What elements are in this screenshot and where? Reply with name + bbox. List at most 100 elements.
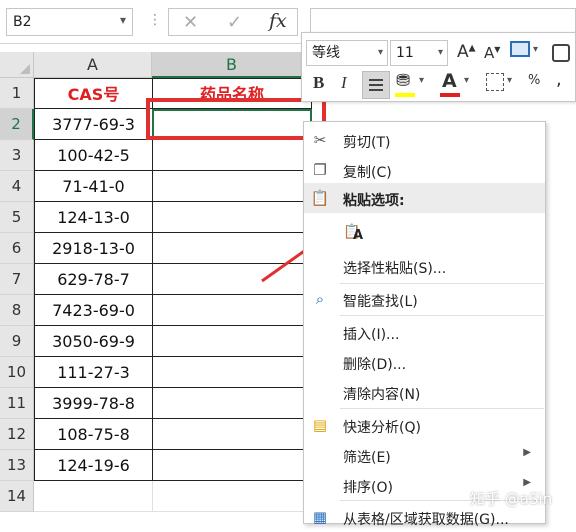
- column-header-a[interactable]: A: [34, 52, 152, 78]
- comma-style-button[interactable]: ,: [556, 69, 562, 90]
- cell-a7[interactable]: 629-78-7: [34, 264, 153, 295]
- chevron-down-icon: ▾: [377, 47, 383, 58]
- borders-icon[interactable]: [486, 73, 504, 91]
- cell-a8[interactable]: 7423-69-0: [34, 295, 153, 326]
- row-header-13[interactable]: 13: [0, 450, 34, 481]
- cell-a13[interactable]: 124-19-6: [34, 450, 153, 481]
- italic-button[interactable]: I: [341, 73, 347, 93]
- row-header-11[interactable]: 11: [0, 388, 34, 419]
- font-name-value: 等线: [312, 45, 340, 61]
- menu-item-label: 快速分析(Q): [343, 420, 421, 436]
- row-header-12[interactable]: 12: [0, 419, 34, 450]
- formula-buttons: ✕ ✓ fx: [168, 8, 298, 36]
- row-header-5[interactable]: 5: [0, 202, 34, 233]
- table-icon: ▦: [312, 508, 328, 526]
- cell-b8[interactable]: [152, 295, 312, 326]
- menu-item-label: 删除(D)...: [343, 357, 407, 373]
- menu-item-label: 选择性粘贴(S)...: [343, 261, 447, 277]
- row-header-8[interactable]: 8: [0, 295, 34, 326]
- cell-styles-button[interactable]: [510, 41, 530, 57]
- menu-item-label: 排序(O): [343, 480, 393, 496]
- font-size-value: 11: [396, 45, 414, 61]
- chevron-down-icon[interactable]: ▾: [464, 75, 469, 86]
- row-header-1[interactable]: 1: [0, 78, 34, 109]
- row-header-6[interactable]: 6: [0, 233, 34, 264]
- font-name-dropdown[interactable]: 等线 ▾: [306, 40, 388, 66]
- cell-a12[interactable]: 108-75-8: [34, 419, 153, 450]
- format-painter-icon[interactable]: [552, 44, 570, 62]
- cell-a6[interactable]: 2918-13-0: [34, 233, 153, 264]
- cell-b3[interactable]: [152, 140, 312, 171]
- paste-options-header: 📋 粘贴选项:: [304, 183, 545, 213]
- increase-font-icon: A: [457, 42, 469, 62]
- cell-b12[interactable]: [152, 419, 312, 450]
- scissors-icon: ✂: [313, 131, 327, 149]
- cell-a4[interactable]: 71-41-0: [34, 171, 153, 202]
- cell-b11[interactable]: [152, 388, 312, 419]
- chevron-down-icon[interactable]: ▾: [507, 75, 512, 86]
- row-header-10[interactable]: 10: [0, 357, 34, 388]
- cell-a1[interactable]: CAS号: [34, 78, 153, 109]
- cell-a3[interactable]: 100-42-5: [34, 140, 153, 171]
- menu-item-delete[interactable]: 删除(D)...: [304, 347, 545, 377]
- close-icon[interactable]: ✕: [183, 12, 198, 33]
- font-color-button[interactable]: A: [442, 70, 457, 92]
- context-menu: ✂ 剪切(T) ❐ 复制(C) 📋 粘贴选项: 📋 A 选择性粘贴(S)... …: [303, 121, 546, 528]
- cell-b10[interactable]: [152, 357, 312, 388]
- fx-button[interactable]: fx: [269, 10, 287, 32]
- decrease-font-button[interactable]: A▼: [484, 44, 500, 62]
- menu-item-quick-analysis[interactable]: ▤ 快速分析(Q): [304, 410, 545, 440]
- bold-button[interactable]: B: [313, 73, 324, 93]
- mini-toolbar: 等线 ▾ 11 ▾ A▲ A▼ ▾ B I ⛃ ▾ A ▾ ▾ % ,: [301, 32, 576, 102]
- row-header-9[interactable]: 9: [0, 326, 34, 357]
- menu-item-cut[interactable]: ✂ 剪切(T): [304, 125, 545, 155]
- menu-item-smart-lookup[interactable]: ⌕ 智能查找(L): [304, 284, 545, 314]
- column-header-b[interactable]: B: [152, 52, 312, 78]
- clipboard-icon: 📋: [310, 189, 330, 207]
- cell-a11[interactable]: 3999-78-8: [34, 388, 153, 419]
- menu-item-label: 清除内容(N): [343, 387, 421, 403]
- row-header-4[interactable]: 4: [0, 171, 34, 202]
- check-icon[interactable]: ✓: [227, 12, 242, 33]
- align-line: [369, 84, 383, 86]
- row-header-7[interactable]: 7: [0, 264, 34, 295]
- align-line: [369, 89, 383, 91]
- increase-font-button[interactable]: A▲: [457, 42, 476, 62]
- cell-a14[interactable]: [34, 481, 153, 512]
- menu-item-copy[interactable]: ❐ 复制(C): [304, 155, 545, 185]
- cell-a5[interactable]: 124-13-0: [34, 202, 153, 233]
- menu-item-label: 从表格/区域获取数据(G)...: [343, 512, 509, 528]
- chevron-down-icon[interactable]: ▾: [419, 75, 424, 86]
- menu-item-clear-contents[interactable]: 清除内容(N): [304, 377, 545, 407]
- menu-item-insert[interactable]: 插入(I)...: [304, 317, 545, 347]
- cell-a10[interactable]: 111-27-3: [34, 357, 153, 388]
- row-header-2[interactable]: 2: [0, 109, 34, 140]
- menu-item-label: 复制(C): [343, 165, 392, 181]
- cell-b9[interactable]: [152, 326, 312, 357]
- percent-style-button[interactable]: %: [528, 73, 540, 88]
- fill-bucket-icon[interactable]: ⛃: [396, 71, 410, 91]
- menu-item-label: 剪切(T): [343, 135, 391, 151]
- copy-icon: ❐: [313, 161, 327, 179]
- select-all-corner[interactable]: [0, 52, 34, 78]
- menu-item-paste-special[interactable]: 选择性粘贴(S)...: [304, 251, 545, 281]
- align-center-button[interactable]: [362, 71, 390, 99]
- decrease-font-icon: A: [484, 44, 495, 62]
- name-box[interactable]: B2 ▾: [6, 8, 133, 36]
- chevron-right-icon: ▶: [523, 477, 531, 488]
- font-size-dropdown[interactable]: 11 ▾: [390, 40, 448, 66]
- chevron-down-icon[interactable]: ▾: [533, 44, 538, 55]
- cell-b4[interactable]: [152, 171, 312, 202]
- font-color-swatch: [440, 93, 460, 97]
- row-header-3[interactable]: 3: [0, 140, 34, 171]
- paste-button[interactable]: 📋 A: [304, 215, 545, 251]
- chevron-down-icon[interactable]: ▾: [120, 13, 126, 27]
- menu-item-filter[interactable]: 筛选(E) ▶: [304, 440, 545, 470]
- menu-separator: [340, 408, 544, 409]
- cell-a2[interactable]: 3777-69-3: [34, 109, 153, 140]
- cell-b14[interactable]: [152, 481, 312, 512]
- row-header-14[interactable]: 14: [0, 481, 34, 512]
- cell-a9[interactable]: 3050-69-9: [34, 326, 153, 357]
- cell-b13[interactable]: [152, 450, 312, 481]
- name-box-value: B2: [13, 14, 32, 30]
